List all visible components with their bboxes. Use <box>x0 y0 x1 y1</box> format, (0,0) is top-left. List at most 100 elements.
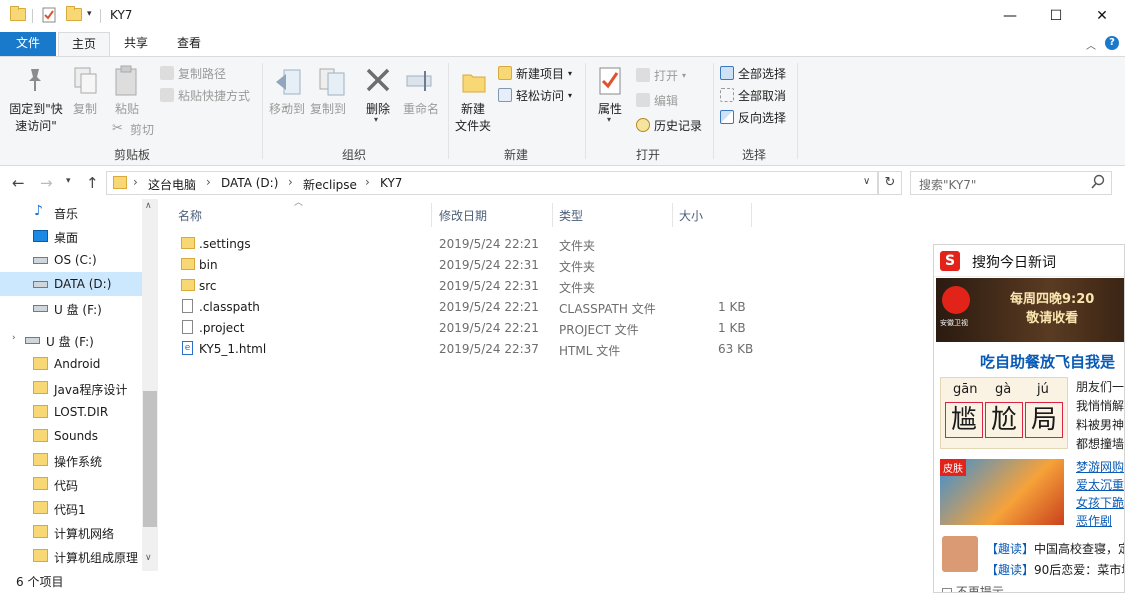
column-header-size[interactable]: 大小 <box>679 207 703 224</box>
paste-button[interactable]: 粘贴 <box>108 101 146 118</box>
copy-to-button[interactable]: 复制到 <box>306 101 350 118</box>
nav-item-networks[interactable]: 计算机网络 <box>0 520 142 544</box>
copy-path-button[interactable]: 复制路径 <box>160 63 226 83</box>
file-row[interactable]: e KY5_1.html 2019/5/24 22:37 HTML 文件 63 … <box>174 339 764 360</box>
tab-file[interactable]: 文件 <box>0 32 56 56</box>
column-header-date[interactable]: 修改日期 <box>439 207 487 224</box>
news-line-1[interactable]: 【趣读】中国高校查寝，定 <box>986 540 1124 557</box>
refresh-icon[interactable]: ↻ <box>878 171 902 195</box>
move-to-button[interactable]: 移动到 <box>266 101 308 118</box>
file-row[interactable]: .settings 2019/5/24 22:21 文件夹 <box>174 234 764 255</box>
file-row[interactable]: bin 2019/5/24 22:31 文件夹 <box>174 255 764 276</box>
properties-icon[interactable] <box>42 7 56 26</box>
nav-item-desktop[interactable]: 桌面 <box>0 224 142 248</box>
nav-item-data-d[interactable]: DATA (D:) <box>0 272 142 296</box>
search-input[interactable]: 搜索"KY7" <box>910 171 1112 195</box>
popup-header: S 搜狗今日新词 <box>934 245 1124 277</box>
file-row[interactable]: .classpath 2019/5/24 22:21 CLASSPATH 文件 … <box>174 297 764 318</box>
news-item-1-text[interactable]: 朋友们一 我悄悄解 料被男神 都想撞墙 <box>1076 378 1124 454</box>
search-icon[interactable] <box>1091 174 1105 193</box>
edit-button[interactable]: 编辑 <box>636 90 678 110</box>
breadcrumb-this-pc[interactable]: 这台电脑 <box>148 176 196 193</box>
file-list[interactable]: ︿ 名称 修改日期 类型 大小 .settings 2019/5/24 22:2… <box>158 198 933 571</box>
paste-shortcut-button[interactable]: 粘贴快捷方式 <box>160 85 250 105</box>
minimize-button[interactable]: — <box>987 0 1033 32</box>
recent-locations-chevron-icon[interactable]: ▾ <box>66 176 71 186</box>
nav-item-sounds[interactable]: Sounds <box>0 424 142 448</box>
cut-button[interactable]: ✂ 剪切 <box>112 119 154 139</box>
back-arrow-icon[interactable]: ← <box>12 174 25 192</box>
file-row[interactable]: .project 2019/5/24 22:21 PROJECT 文件 1 KB <box>174 318 764 339</box>
nav-item-os-c[interactable]: OS (C:) <box>0 248 142 272</box>
tv-banner-ad[interactable]: 安徽卫视 每周四晚9:20 敬请收看 <box>936 278 1124 342</box>
breadcrumb-data-d[interactable]: DATA (D:) <box>221 176 278 190</box>
chevron-right-icon[interactable]: › <box>12 333 16 343</box>
scroll-up-icon[interactable]: ∧ <box>145 201 152 211</box>
help-icon[interactable]: ? <box>1105 36 1119 50</box>
select-none-button[interactable]: 全部取消 <box>720 85 786 105</box>
breadcrumb-separator[interactable]: › <box>365 175 370 189</box>
tab-share[interactable]: 共享 <box>112 32 160 56</box>
nav-item-computer-org[interactable]: 计算机组成原理 <box>0 544 142 568</box>
select-all-button[interactable]: 全部选择 <box>720 63 786 83</box>
chevron-down-icon[interactable]: ▾ <box>87 9 92 19</box>
copy-button[interactable]: 复制 <box>66 101 104 118</box>
up-arrow-icon[interactable]: ↑ <box>86 174 99 192</box>
file-date: 2019/5/24 22:21 <box>439 237 539 251</box>
news-line-2[interactable]: 【趣读】90后恋爱：菜市场 <box>986 561 1124 578</box>
nav-item-android[interactable]: Android <box>0 352 142 376</box>
sogou-news-popup[interactable]: S 搜狗今日新词 安徽卫视 每周四晚9:20 敬请收看 吃自助餐放飞自我是 gā… <box>933 244 1125 593</box>
nav-item-usb-f[interactable]: U 盘 (F:) <box>0 296 142 320</box>
new-folder-button[interactable]: 新建 文件夹 <box>452 101 494 135</box>
column-divider[interactable] <box>751 203 752 227</box>
column-divider[interactable] <box>431 203 432 227</box>
address-dropdown-chevron-icon[interactable]: ∨ <box>863 176 870 187</box>
dont-show-again[interactable]: 不再提示 <box>942 583 1004 592</box>
nav-item-code1[interactable]: 代码1 <box>0 496 142 520</box>
file-row[interactable]: src 2019/5/24 22:31 文件夹 <box>174 276 764 297</box>
collapse-ribbon-icon[interactable]: ︿ <box>1086 37 1096 52</box>
anime-thumbnail[interactable]: 皮肤 <box>940 459 1064 525</box>
tab-view[interactable]: 查看 <box>165 32 213 56</box>
column-divider[interactable] <box>672 203 673 227</box>
column-divider[interactable] <box>552 203 553 227</box>
nav-scrollbar[interactable]: ∧ ∨ <box>142 199 158 571</box>
nav-item-usb-f-root[interactable]: › U 盘 (F:) <box>0 328 142 352</box>
breadcrumb-new-eclipse[interactable]: 新eclipse <box>303 176 357 193</box>
nav-item-code[interactable]: 代码 <box>0 472 142 496</box>
breadcrumb-ky7[interactable]: KY7 <box>380 176 402 190</box>
file-icon <box>182 320 193 334</box>
new-folder-icon[interactable] <box>66 6 82 21</box>
dont-show-checkbox[interactable] <box>942 587 952 592</box>
nav-item-java[interactable]: Java程序设计 <box>0 376 142 400</box>
maximize-button[interactable]: ☐ <box>1033 0 1079 32</box>
invert-selection-button[interactable]: 反向选择 <box>720 107 786 127</box>
nav-item-os-course[interactable]: 操作系统 <box>0 448 142 472</box>
nav-item-lost-dir[interactable]: LOST.DIR <box>0 400 142 424</box>
breadcrumb-separator[interactable]: › <box>133 175 138 189</box>
new-item-button[interactable]: 新建项目 ▾ <box>498 63 572 83</box>
scroll-down-icon[interactable]: ∨ <box>145 553 152 563</box>
drive-icon <box>33 257 48 264</box>
column-header-type[interactable]: 类型 <box>559 207 583 224</box>
history-button[interactable]: 历史记录 <box>636 115 702 135</box>
tab-home[interactable]: 主页 <box>58 32 110 56</box>
rename-button[interactable]: 重命名 <box>400 101 442 118</box>
navigation-pane[interactable]: ♪ 音乐 桌面 OS (C:) DATA (D:) U 盘 (F:) › U 盘… <box>0 199 158 571</box>
forward-arrow-icon[interactable]: → <box>40 174 53 192</box>
breadcrumb-separator[interactable]: › <box>288 175 293 189</box>
chevron-down-icon[interactable]: ▾ <box>374 115 378 124</box>
breadcrumb-separator[interactable]: › <box>206 175 211 189</box>
nav-scrollbar-thumb[interactable] <box>143 391 157 527</box>
word-card[interactable]: gān gà jú 尴 尬 局 <box>940 377 1068 449</box>
open-button[interactable]: 打开 ▾ <box>636 65 686 85</box>
chevron-down-icon[interactable]: ▾ <box>607 115 611 124</box>
news-item-2-text[interactable]: 梦游网购 爱太沉重 女孩下跪 恶作剧 <box>1076 458 1124 530</box>
easy-access-button[interactable]: 轻松访问 ▾ <box>498 85 572 105</box>
pin-quick-access-button[interactable]: 固定到"快速访问" <box>4 101 68 135</box>
nav-item-music[interactable]: ♪ 音乐 <box>0 200 142 224</box>
address-bar[interactable]: › 这台电脑 › DATA (D:) › 新eclipse › KY7 ∨ <box>106 171 878 195</box>
column-header-name[interactable]: 名称 <box>178 207 202 224</box>
close-button[interactable]: ✕ <box>1079 0 1125 32</box>
popup-headline[interactable]: 吃自助餐放飞自我是 <box>980 351 1115 372</box>
